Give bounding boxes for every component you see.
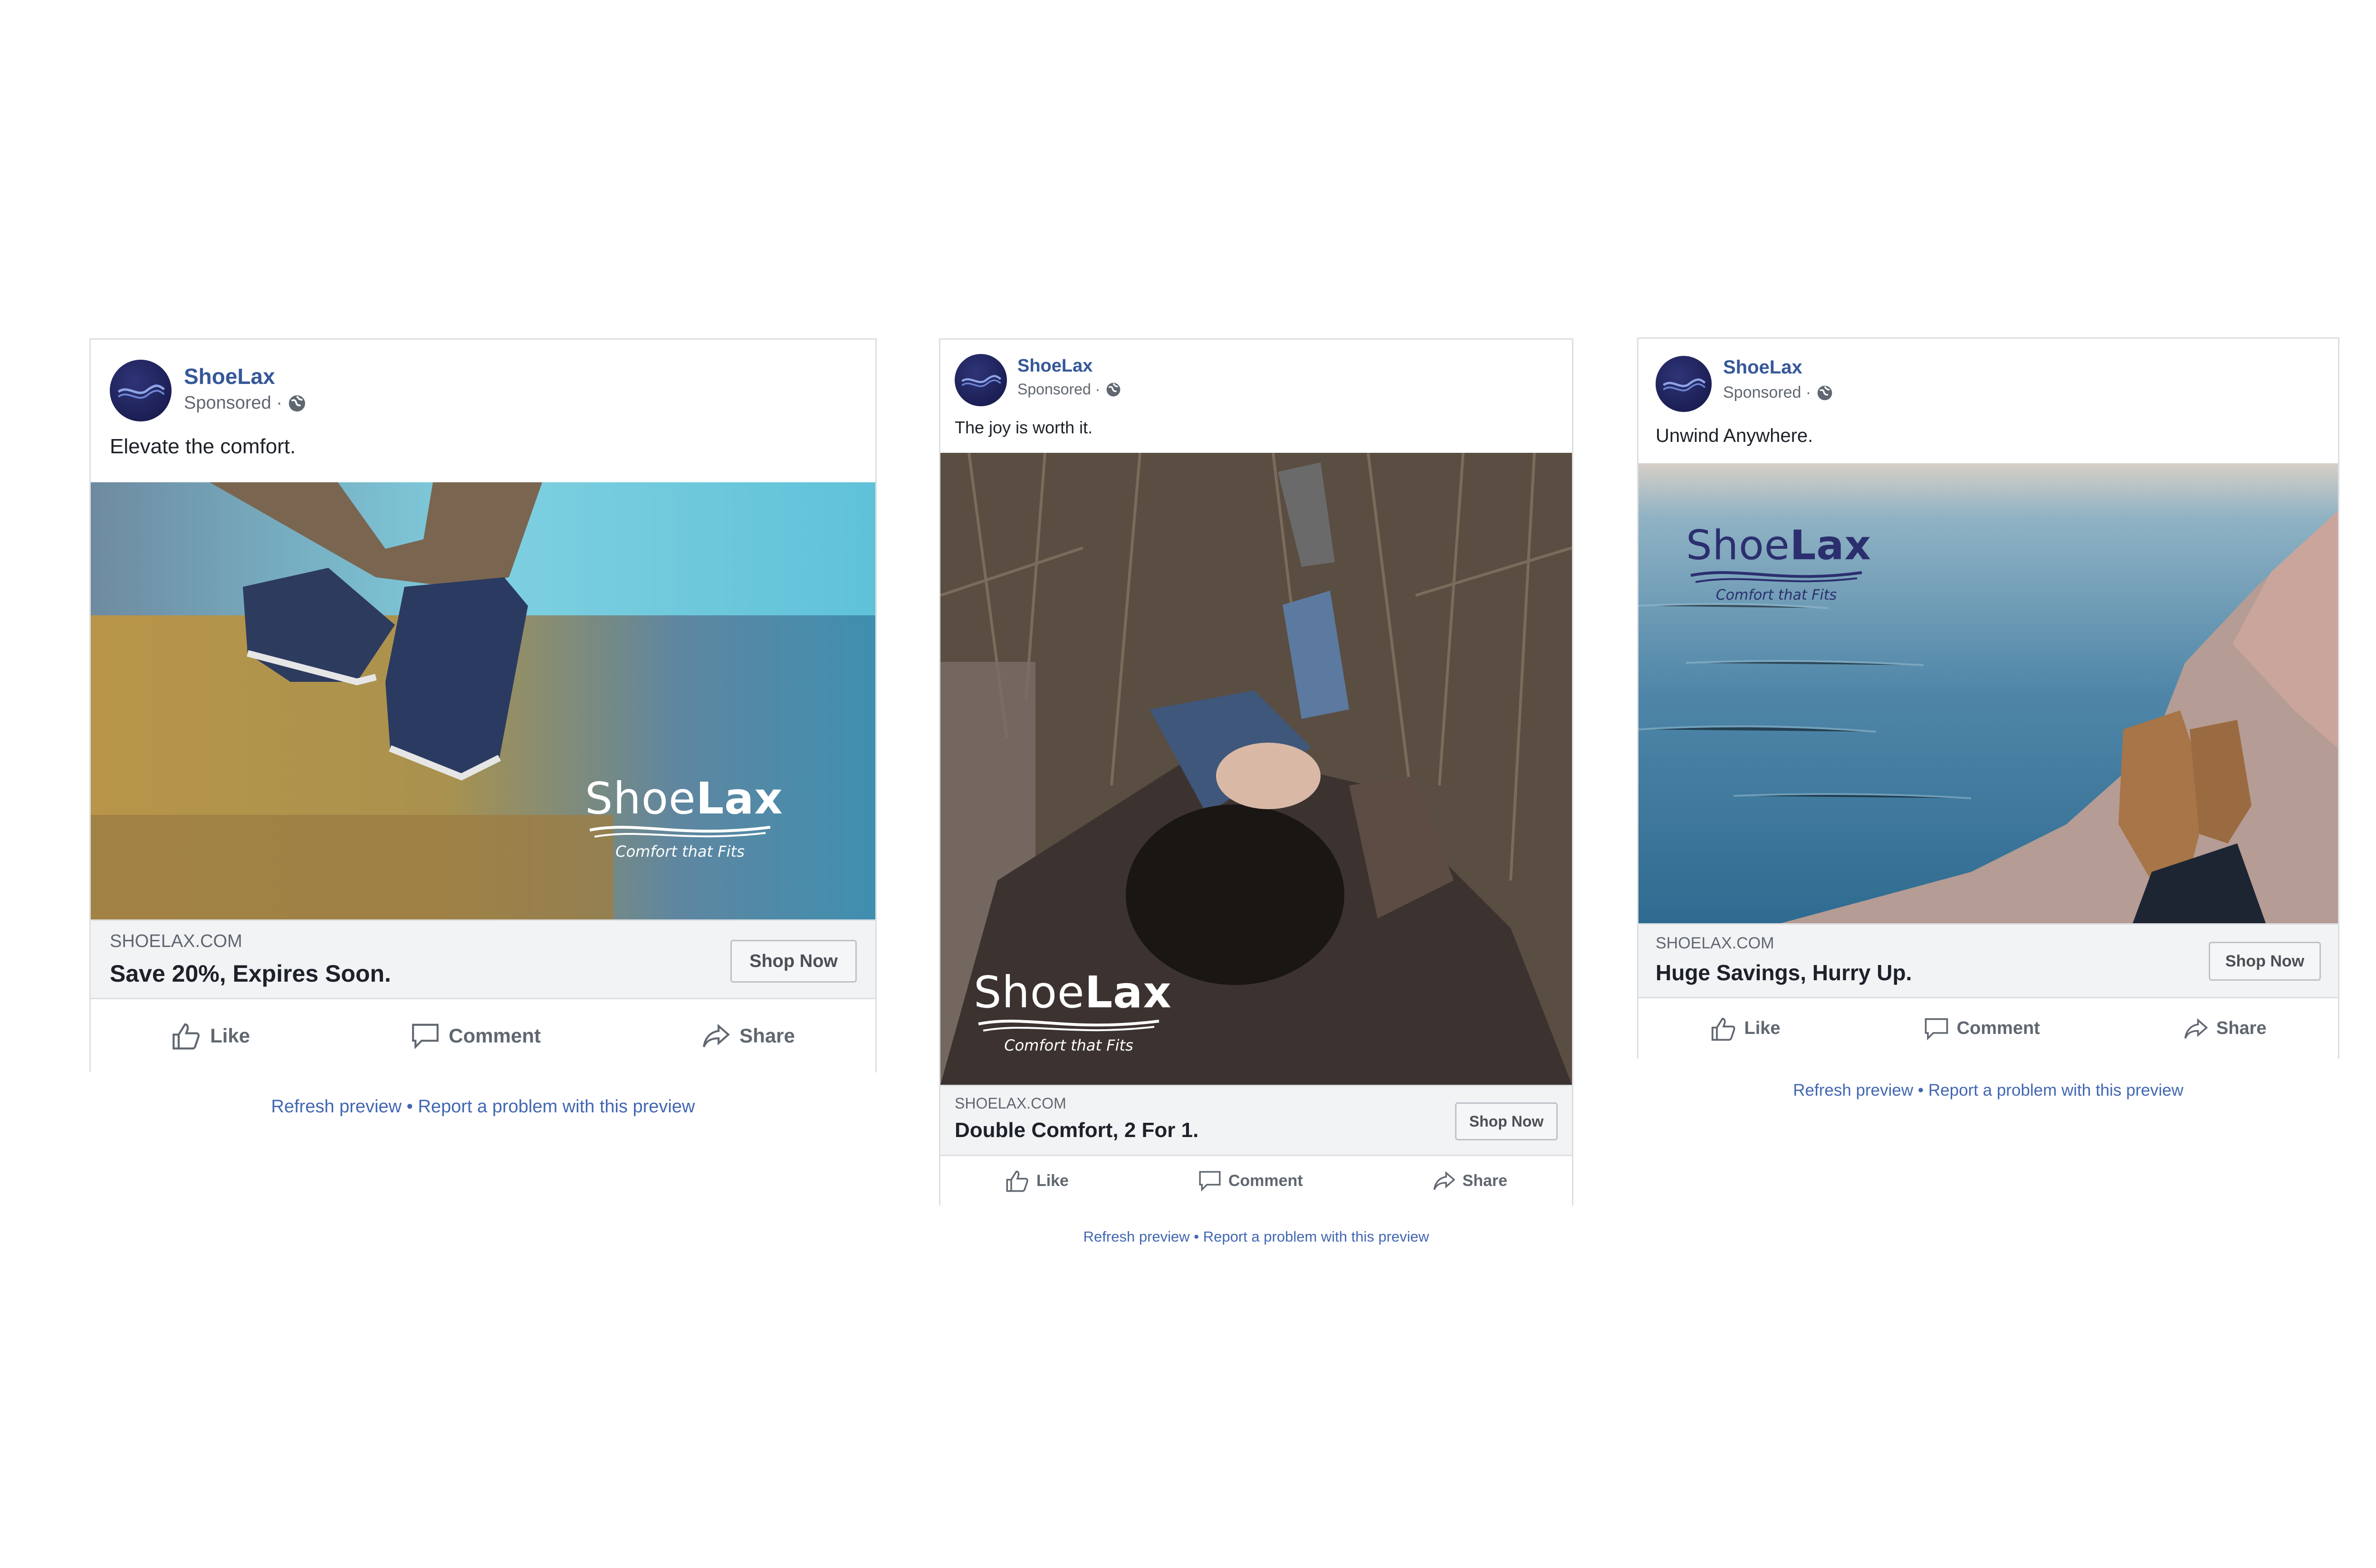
share-label: Share bbox=[739, 1024, 795, 1047]
like-label: Like bbox=[210, 1024, 250, 1047]
separator-dot: • bbox=[1917, 1081, 1924, 1100]
globe-icon bbox=[1106, 382, 1121, 397]
brand-name-shoe: Shoe bbox=[974, 967, 1085, 1018]
preview-footer-links: Refresh preview • Report a problem with … bbox=[939, 1228, 1573, 1245]
link-preview-bar[interactable]: SHOELAX.COM Save 20%, Expires Soon. Shop… bbox=[91, 919, 875, 999]
report-problem-link[interactable]: Report a problem with this preview bbox=[418, 1097, 695, 1117]
page-avatar[interactable] bbox=[955, 354, 1007, 406]
page-avatar[interactable] bbox=[1656, 356, 1712, 412]
post-caption: Elevate the comfort. bbox=[110, 435, 296, 458]
sponsored-text: Sponsored · bbox=[184, 393, 283, 413]
brand-name-lax: Lax bbox=[1790, 522, 1871, 569]
report-problem-link[interactable]: Report a problem with this preview bbox=[1928, 1081, 2184, 1100]
link-headline: Save 20%, Expires Soon. bbox=[110, 960, 391, 987]
share-icon bbox=[2184, 1018, 2208, 1039]
like-button[interactable]: Like bbox=[1005, 1169, 1069, 1192]
refresh-preview-link[interactable]: Refresh preview bbox=[1793, 1081, 1913, 1100]
shop-now-button[interactable]: Shop Now bbox=[2209, 942, 2321, 981]
brand-name-shoe: Shoe bbox=[1686, 522, 1790, 569]
brand-logo-overlay: ShoeLax Comfort that Fits bbox=[974, 971, 1171, 1055]
brand-name-lax: Lax bbox=[1084, 967, 1172, 1018]
logo-wave-icon bbox=[961, 375, 1002, 387]
page-avatar[interactable] bbox=[110, 360, 172, 421]
link-headline: Double Comfort, 2 For 1. bbox=[955, 1119, 1199, 1142]
preview-footer-links: Refresh preview • Report a problem with … bbox=[89, 1097, 877, 1117]
ad-preview-card-2: ShoeLax Sponsored · The joy is worth it. bbox=[939, 338, 1573, 1205]
link-preview-bar[interactable]: SHOELAX.COM Huge Savings, Hurry Up. Shop… bbox=[1638, 923, 2338, 998]
brand-name-shoe: Shoe bbox=[585, 773, 696, 824]
ad-image[interactable]: ShoeLax Comfort that Fits bbox=[1638, 463, 2338, 923]
like-label: Like bbox=[1744, 1018, 1781, 1038]
post-caption: The joy is worth it. bbox=[955, 418, 1093, 437]
shop-now-label: Shop Now bbox=[2225, 952, 2305, 970]
sponsored-label: Sponsored · bbox=[184, 393, 306, 413]
shop-now-button[interactable]: Shop Now bbox=[1455, 1102, 1558, 1140]
comment-button[interactable]: Comment bbox=[1198, 1170, 1303, 1192]
like-button[interactable]: Like bbox=[171, 1022, 250, 1050]
post-actions-bar: Like Comment Share bbox=[940, 1155, 1572, 1205]
comment-button[interactable]: Comment bbox=[411, 1022, 541, 1050]
brand-name-lax: Lax bbox=[696, 773, 783, 824]
post-actions-bar: Like Comment Share bbox=[1638, 997, 2338, 1059]
ad-preview-card-3: ShoeLax Sponsored · Unwind Anywhere. Sho… bbox=[1637, 337, 2339, 1059]
sponsored-text: Sponsored · bbox=[1017, 381, 1101, 398]
like-button[interactable]: Like bbox=[1710, 1016, 1781, 1041]
globe-icon bbox=[1817, 385, 1833, 401]
post-caption: Unwind Anywhere. bbox=[1656, 425, 1813, 446]
brand-logo-overlay: ShoeLax Comfort that Fits bbox=[585, 777, 783, 861]
comment-icon bbox=[412, 1023, 439, 1050]
logo-wave-icon bbox=[1663, 378, 1706, 392]
sponsored-label: Sponsored · bbox=[1723, 383, 1833, 402]
comment-button[interactable]: Comment bbox=[1924, 1017, 2040, 1041]
refresh-preview-link[interactable]: Refresh preview bbox=[1083, 1228, 1190, 1245]
post-header: ShoeLax Sponsored · Elevate the comfort. bbox=[91, 340, 875, 482]
shop-now-button[interactable]: Shop Now bbox=[730, 940, 857, 983]
sponsored-text: Sponsored · bbox=[1723, 383, 1811, 402]
like-icon bbox=[1711, 1017, 1735, 1041]
comment-icon bbox=[1199, 1171, 1221, 1192]
page-name-link[interactable]: ShoeLax bbox=[1723, 357, 1802, 378]
brand-tagline: Comfort that Fits bbox=[615, 842, 745, 860]
sponsored-label: Sponsored · bbox=[1017, 381, 1121, 398]
link-headline: Huge Savings, Hurry Up. bbox=[1656, 960, 1912, 985]
brand-tagline: Comfort that Fits bbox=[1715, 587, 1837, 603]
brand-logo-overlay: ShoeLax Comfort that Fits bbox=[1686, 522, 1871, 603]
share-label: Share bbox=[1462, 1171, 1508, 1190]
share-button[interactable]: Share bbox=[1432, 1170, 1508, 1192]
separator-dot: • bbox=[406, 1097, 413, 1117]
preview-footer-links: Refresh preview • Report a problem with … bbox=[1637, 1081, 2339, 1100]
ad-preview-card-1: ShoeLax Sponsored · Elevate the comfort. bbox=[89, 338, 877, 1072]
shop-now-label: Shop Now bbox=[749, 951, 838, 971]
globe-icon bbox=[288, 394, 306, 412]
logo-wave-icon bbox=[117, 384, 165, 399]
page-name-link[interactable]: ShoeLax bbox=[184, 363, 275, 389]
post-actions-bar: Like Comment Share bbox=[91, 998, 875, 1072]
report-problem-link[interactable]: Report a problem with this preview bbox=[1203, 1228, 1429, 1245]
link-domain: SHOELAX.COM bbox=[955, 1095, 1066, 1112]
shop-now-label: Shop Now bbox=[1469, 1112, 1544, 1130]
link-preview-bar[interactable]: SHOELAX.COM Double Comfort, 2 For 1. Sho… bbox=[940, 1085, 1572, 1156]
refresh-preview-link[interactable]: Refresh preview bbox=[271, 1097, 402, 1117]
link-domain: SHOELAX.COM bbox=[110, 931, 242, 951]
ad-image[interactable]: ShoeLax Comfort that Fits bbox=[91, 482, 875, 919]
share-button[interactable]: Share bbox=[701, 1022, 795, 1050]
share-label: Share bbox=[2216, 1018, 2267, 1038]
comment-icon bbox=[1925, 1018, 1948, 1041]
share-icon bbox=[703, 1023, 730, 1048]
share-button[interactable]: Share bbox=[2183, 1017, 2267, 1041]
comment-label: Comment bbox=[449, 1024, 541, 1047]
ad-image[interactable]: ShoeLax Comfort that Fits bbox=[940, 453, 1572, 1085]
brand-tagline: Comfort that Fits bbox=[1004, 1036, 1133, 1054]
post-header: ShoeLax Sponsored · Unwind Anywhere. bbox=[1638, 339, 2338, 463]
like-label: Like bbox=[1036, 1171, 1069, 1190]
comment-label: Comment bbox=[1228, 1171, 1303, 1190]
comment-label: Comment bbox=[1956, 1018, 2040, 1038]
page-name-link[interactable]: ShoeLax bbox=[1017, 356, 1092, 376]
post-header: ShoeLax Sponsored · The joy is worth it. bbox=[940, 340, 1572, 453]
share-icon bbox=[1433, 1171, 1455, 1190]
link-domain: SHOELAX.COM bbox=[1656, 934, 1774, 952]
like-icon bbox=[172, 1023, 200, 1050]
like-icon bbox=[1006, 1170, 1028, 1192]
separator-dot: • bbox=[1194, 1228, 1199, 1245]
